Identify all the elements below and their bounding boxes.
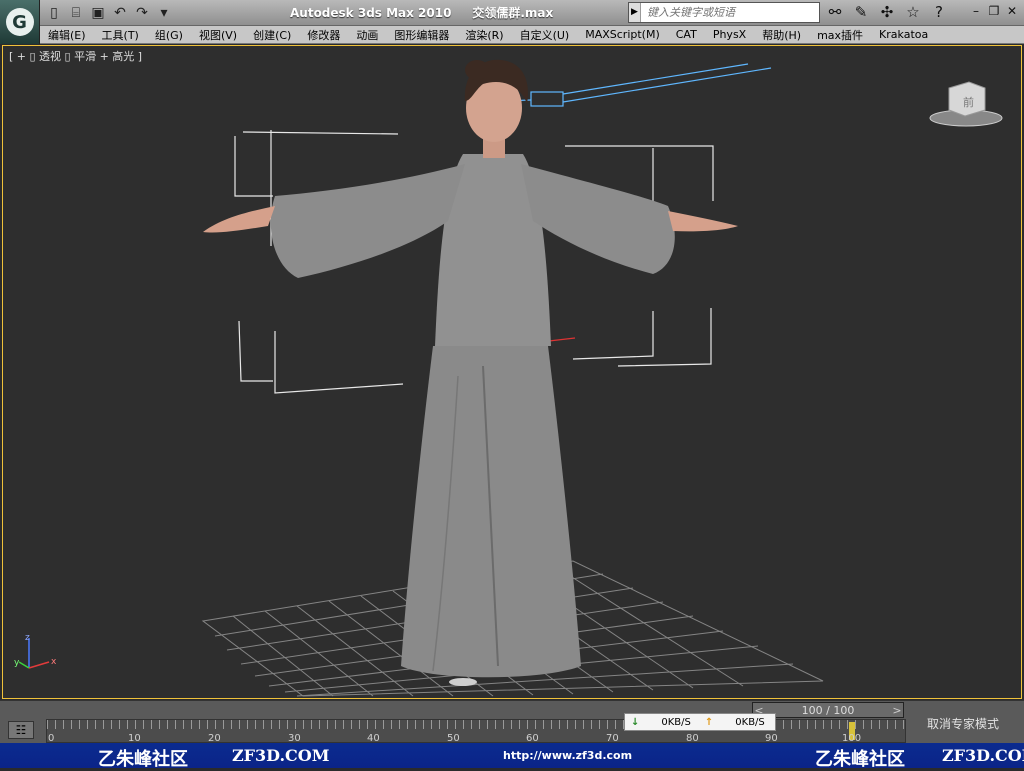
- axis-z-label: z: [25, 633, 30, 643]
- upload-speed: 0KB/S: [735, 716, 765, 728]
- file-name: 交领儒群.max: [472, 6, 554, 20]
- menu-animation[interactable]: 动画: [348, 27, 386, 43]
- undo-icon[interactable]: ↶: [112, 5, 128, 21]
- menu-tools[interactable]: 工具(T): [94, 27, 147, 43]
- menu-krakatoa[interactable]: Krakatoa: [871, 28, 936, 41]
- search-input[interactable]: [641, 3, 811, 22]
- menu-maxscript[interactable]: MAXScript(M): [577, 28, 668, 41]
- menu-modifiers[interactable]: 修改器: [299, 27, 348, 43]
- axis-x-label: x: [51, 657, 57, 667]
- brand-url[interactable]: http://www.zf3d.com: [503, 749, 632, 762]
- character-model: [203, 59, 738, 686]
- menu-physx[interactable]: PhysX: [705, 28, 754, 41]
- window-title: Autodesk 3ds Max 2010 交领儒群.max: [290, 4, 553, 21]
- menu-max-plugins[interactable]: max插件: [809, 27, 871, 43]
- brand-site-right: ZF3D.COM: [942, 746, 1024, 765]
- menu-cat[interactable]: CAT: [668, 28, 705, 41]
- timeline-panel: ☷ < 100 / 100 > ↓ 0KB/S ↑ 0KB/S 取消专家模式 0…: [0, 700, 1024, 744]
- search-box[interactable]: ▶: [628, 2, 820, 23]
- upload-arrow-icon: ↑: [704, 716, 714, 728]
- restore-icon[interactable]: ❐: [988, 4, 1000, 18]
- menu-graph-editors[interactable]: 图形编辑器: [386, 27, 457, 43]
- satellite-icon[interactable]: ✣: [876, 3, 898, 21]
- scene-canvas[interactable]: z x y: [3, 46, 1021, 698]
- tools-icon[interactable]: ✎: [850, 3, 872, 21]
- time-config-icon[interactable]: ☷: [8, 721, 34, 739]
- menu-group[interactable]: 组(G): [147, 27, 191, 43]
- network-speed-widget: ↓ 0KB/S ↑ 0KB/S: [624, 713, 776, 731]
- minimize-icon[interactable]: –: [970, 4, 982, 18]
- title-bar: ▯ ⌸ ▣ ↶ ↷ ▾ Autodesk 3ds Max 2010 交领儒群.m…: [0, 0, 1024, 26]
- open-icon[interactable]: ⌸: [68, 5, 84, 21]
- close-icon[interactable]: ✕: [1006, 4, 1018, 18]
- menu-help[interactable]: 帮助(H): [754, 27, 809, 43]
- camera-target: [502, 63, 772, 107]
- branding-bar: 乙朱峰社区 ZF3D.COM http://www.zf3d.com 乙朱峰社区…: [0, 743, 1024, 770]
- perspective-viewport[interactable]: [ + ▯ 透视 ▯ 平滑 + 高光 ] z x y 前: [2, 45, 1022, 699]
- cancel-expert-mode-button[interactable]: 取消专家模式: [908, 715, 1018, 732]
- menu-bar: 编辑(E) 工具(T) 组(G) 视图(V) 创建(C) 修改器 动画 图形编辑…: [40, 26, 1024, 44]
- menu-create[interactable]: 创建(C): [245, 27, 299, 43]
- dropdown-icon[interactable]: ▾: [156, 5, 172, 21]
- axis-y-label: y: [14, 658, 20, 668]
- viewcube[interactable]: 前: [929, 78, 1003, 128]
- app-title: Autodesk 3ds Max 2010: [290, 6, 452, 20]
- download-arrow-icon: ↓: [631, 716, 640, 728]
- new-icon[interactable]: ▯: [46, 5, 62, 21]
- menu-rendering[interactable]: 渲染(R): [457, 27, 511, 43]
- viewcube-front-label: 前: [963, 95, 974, 109]
- axis-tripod: [18, 638, 50, 669]
- application-button[interactable]: G: [0, 0, 40, 44]
- redo-icon[interactable]: ↷: [134, 5, 150, 21]
- star-icon[interactable]: ☆: [902, 3, 924, 21]
- binoculars-icon[interactable]: ⚯: [824, 3, 846, 21]
- frame-display: 100 / 100: [801, 703, 855, 717]
- menu-views[interactable]: 视图(V): [191, 27, 245, 43]
- download-speed: 0KB/S: [661, 716, 691, 728]
- brand-name-right: 乙朱峰社区: [815, 749, 905, 770]
- menu-customize[interactable]: 自定义(U): [512, 27, 578, 43]
- save-icon[interactable]: ▣: [90, 5, 106, 21]
- brand-name-left: 乙朱峰社区: [98, 749, 188, 770]
- app-logo-icon: G: [5, 8, 34, 36]
- menu-edit[interactable]: 编辑(E): [40, 27, 94, 43]
- slider-next[interactable]: >: [891, 704, 903, 717]
- search-expand-icon[interactable]: ▶: [629, 3, 641, 22]
- help-icon[interactable]: ?: [928, 3, 950, 21]
- brand-site-left: ZF3D.COM: [232, 746, 330, 765]
